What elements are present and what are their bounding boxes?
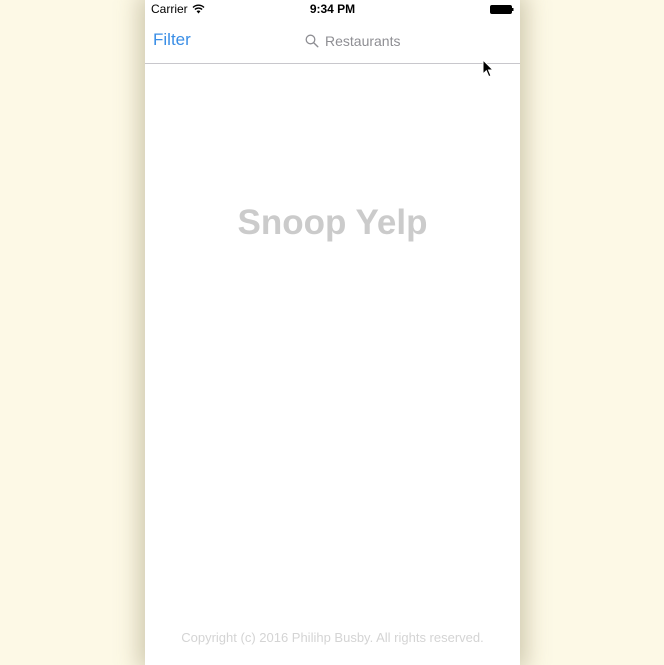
status-time: 9:34 PM xyxy=(309,2,356,16)
search-placeholder: Restaurants xyxy=(325,33,401,49)
navigation-bar: Filter Restaurants xyxy=(145,20,520,64)
phone-screen: Carrier 9:34 PM Filter Restaurants Snoop… xyxy=(145,0,520,665)
mouse-cursor-icon xyxy=(482,59,494,78)
app-title: Snoop Yelp xyxy=(237,203,428,242)
copyright-notice: Copyright (c) 2016 Philihp Busby. All ri… xyxy=(181,630,484,645)
status-bar: Carrier 9:34 PM xyxy=(145,0,520,20)
battery-icon xyxy=(490,5,514,14)
filter-button[interactable]: Filter xyxy=(153,30,191,50)
search-input[interactable]: Restaurants xyxy=(305,31,400,51)
search-icon xyxy=(305,34,319,48)
